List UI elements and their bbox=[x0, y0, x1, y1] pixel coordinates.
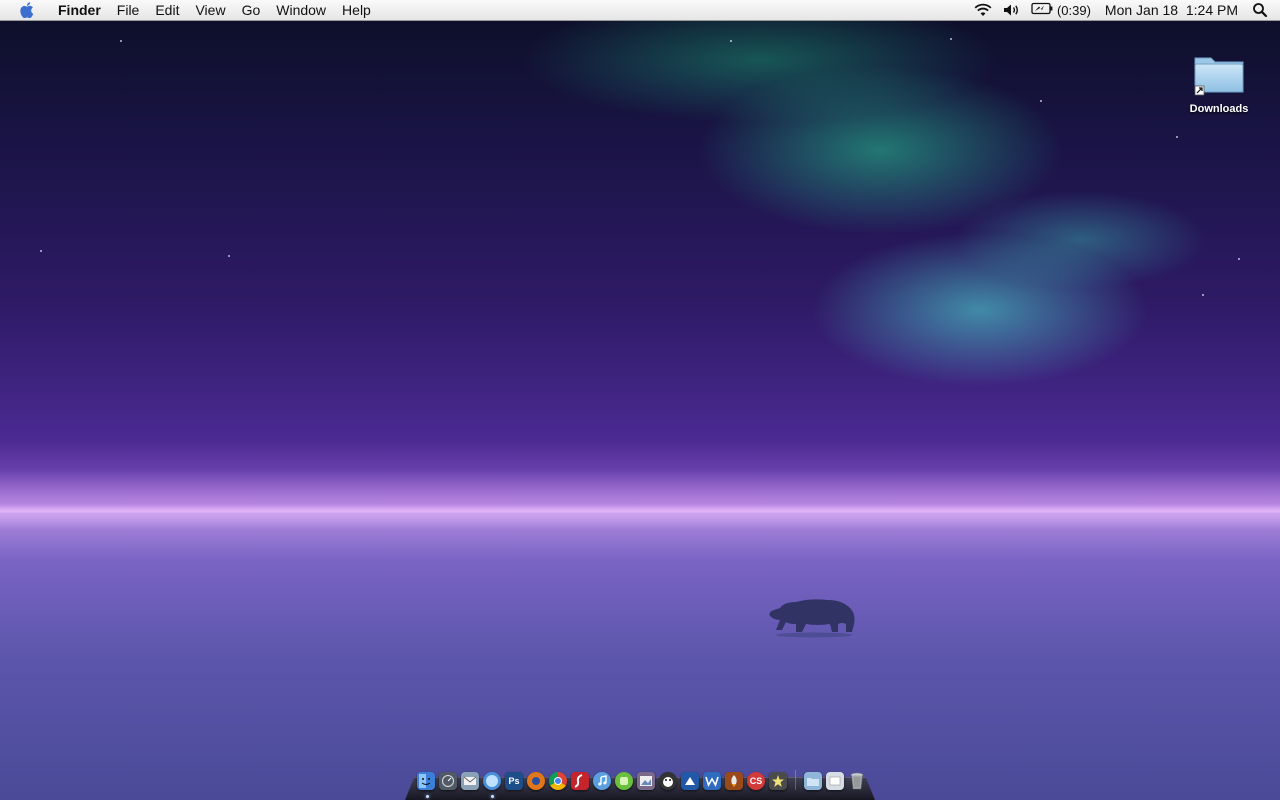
finder-icon[interactable] bbox=[417, 772, 435, 790]
spotlight-search-icon[interactable] bbox=[1252, 0, 1268, 21]
polar-bear-wallpaper-image bbox=[766, 594, 858, 638]
imovie-icon[interactable] bbox=[769, 772, 787, 790]
dashboard-icon[interactable] bbox=[439, 772, 457, 790]
star bbox=[1238, 258, 1240, 260]
word-icon[interactable] bbox=[703, 772, 721, 790]
camino-icon[interactable] bbox=[659, 772, 677, 790]
menu-go[interactable]: Go bbox=[234, 0, 269, 21]
star bbox=[730, 40, 732, 42]
menu-help[interactable]: Help bbox=[334, 0, 379, 21]
running-indicator-finder bbox=[426, 795, 429, 798]
star bbox=[1202, 294, 1204, 296]
chrome-icon[interactable] bbox=[549, 772, 567, 790]
creative-suite-label: CS bbox=[749, 776, 763, 786]
star bbox=[40, 250, 42, 252]
trash-icon[interactable] bbox=[848, 772, 866, 790]
transmit-icon[interactable] bbox=[681, 772, 699, 790]
star bbox=[228, 255, 230, 257]
photoshop-label: Ps bbox=[508, 776, 520, 786]
desktop-icon-downloads[interactable]: Downloads bbox=[1182, 52, 1256, 115]
photoshop-icon[interactable]: Ps bbox=[505, 772, 523, 790]
volume-icon[interactable] bbox=[1003, 0, 1021, 21]
rocket-icon[interactable] bbox=[725, 772, 743, 790]
folder-alias-icon bbox=[1191, 52, 1247, 101]
preview-icon[interactable] bbox=[637, 772, 655, 790]
star bbox=[950, 38, 952, 40]
battery-charging-icon bbox=[1031, 2, 1053, 18]
menu-file[interactable]: File bbox=[109, 0, 148, 21]
star bbox=[120, 40, 122, 42]
flash-icon[interactable] bbox=[571, 772, 589, 790]
battery-time: (0:39) bbox=[1056, 2, 1091, 18]
menu-view[interactable]: View bbox=[187, 0, 233, 21]
apple-logo-icon[interactable] bbox=[18, 1, 36, 19]
star bbox=[1176, 136, 1178, 138]
menu-bar: Finder File Edit View Go Window Help (0:… bbox=[0, 0, 1280, 21]
menu-window[interactable]: Window bbox=[268, 0, 334, 21]
desktop: Finder File Edit View Go Window Help (0:… bbox=[0, 0, 1280, 800]
mail-icon[interactable] bbox=[461, 772, 479, 790]
dock-separator bbox=[795, 770, 796, 790]
running-indicator-chrome bbox=[491, 795, 494, 798]
star bbox=[1040, 100, 1042, 102]
itunes-icon[interactable] bbox=[593, 772, 611, 790]
firefox-icon[interactable] bbox=[527, 772, 545, 790]
menu-edit[interactable]: Edit bbox=[147, 0, 187, 21]
documents-stack-icon[interactable] bbox=[826, 772, 844, 790]
horizon-glow bbox=[0, 470, 1280, 530]
safari-icon[interactable] bbox=[483, 772, 501, 790]
dock: Ps CS bbox=[405, 768, 875, 800]
battery-status[interactable]: (0:39) bbox=[1031, 2, 1091, 18]
menu-app-finder[interactable]: Finder bbox=[50, 0, 109, 21]
menu-clock[interactable]: Mon Jan 18 1:24 PM bbox=[1101, 2, 1242, 18]
desktop-icon-label: Downloads bbox=[1189, 103, 1249, 115]
applications-stack-icon[interactable] bbox=[804, 772, 822, 790]
creative-suite-icon[interactable]: CS bbox=[747, 772, 765, 790]
wifi-icon[interactable] bbox=[973, 0, 993, 21]
ichat-icon[interactable] bbox=[615, 772, 633, 790]
